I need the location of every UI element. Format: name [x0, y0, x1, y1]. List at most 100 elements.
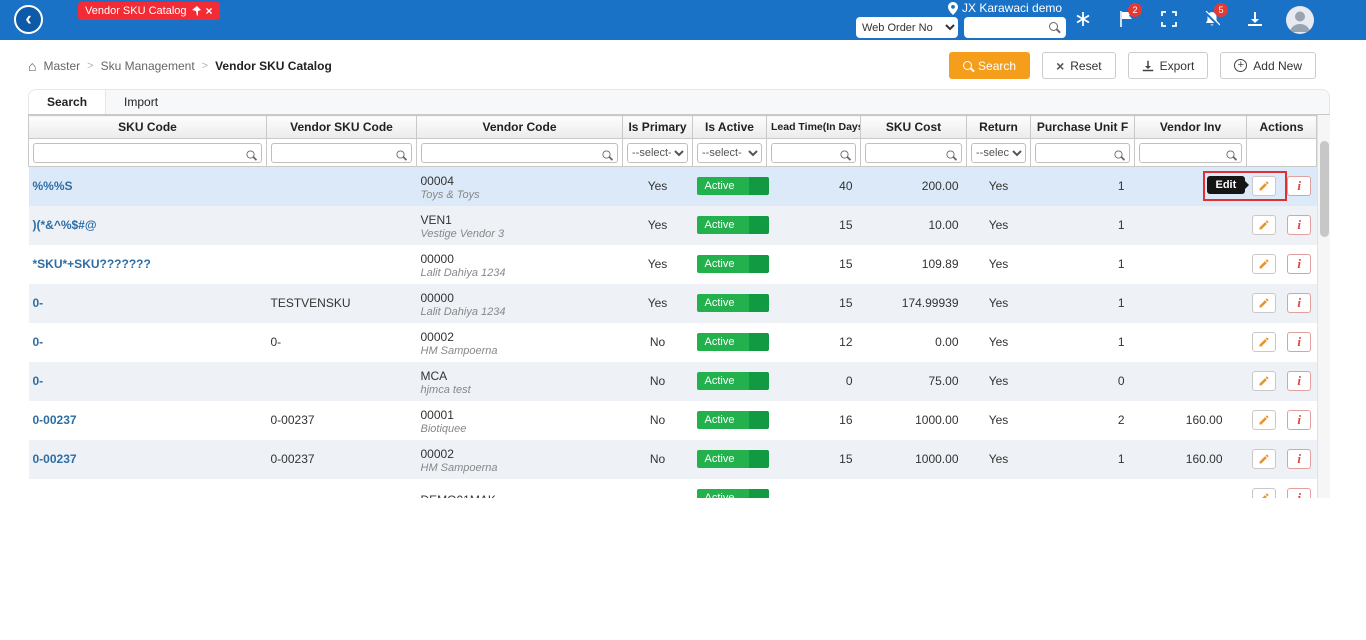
is-active-cell: Active: [693, 479, 769, 498]
lead-time-cell: 15: [766, 439, 861, 479]
col-vendor-code[interactable]: Vendor Code: [416, 115, 623, 139]
col-sku-cost[interactable]: SKU Cost: [860, 115, 967, 139]
info-button[interactable]: i: [1287, 254, 1312, 274]
download-icon[interactable]: [1246, 10, 1264, 28]
is-active-cell: Active: [692, 439, 769, 479]
active-status-badge[interactable]: Active: [696, 294, 769, 312]
sku-cost-cell: 174.99939: [860, 283, 967, 323]
filter-vendor-code-input[interactable]: [421, 142, 618, 163]
info-button[interactable]: i: [1287, 449, 1312, 469]
breadcrumb-master[interactable]: Master: [43, 59, 80, 73]
reset-button[interactable]: × Reset: [1042, 52, 1116, 79]
flag-icon[interactable]: 2: [1117, 3, 1142, 28]
col-is-primary[interactable]: Is Primary: [622, 115, 693, 139]
col-purchase-unit[interactable]: Purchase Unit F: [1030, 115, 1135, 139]
vertical-scrollbar[interactable]: [1317, 115, 1330, 498]
sku-code-link[interactable]: )(*&^%$#@: [33, 218, 97, 232]
sku-cost-cell: 10.00: [860, 205, 967, 245]
add-new-button[interactable]: + Add New: [1220, 52, 1316, 79]
vendor-inv-cell: 160.00: [1185, 413, 1223, 427]
info-icon: i: [1297, 334, 1301, 349]
vendor-code-cell: 00004 Toys & Toys: [416, 166, 623, 206]
table-row: %%%S 00004 Toys & Toys Yes Active 40 200…: [28, 166, 1317, 206]
active-status-badge[interactable]: Active: [696, 216, 769, 234]
edit-button[interactable]: [1251, 215, 1276, 235]
asterisk-icon[interactable]: [1074, 10, 1092, 28]
breadcrumb-separator: >: [87, 59, 94, 72]
home-icon[interactable]: ⌂: [28, 58, 36, 74]
col-vendor-inv[interactable]: Vendor Inv: [1134, 115, 1247, 139]
edit-button[interactable]: [1251, 254, 1276, 274]
filter-return-select[interactable]: --select-: [971, 142, 1026, 163]
col-vendor-sku-code[interactable]: Vendor SKU Code: [266, 115, 417, 139]
edit-button[interactable]: [1251, 332, 1276, 352]
is-active-cell: Active: [692, 166, 769, 206]
return-cell: Yes: [988, 335, 1009, 349]
tab-import[interactable]: Import: [106, 90, 176, 114]
plus-icon: +: [1234, 59, 1248, 72]
active-status-badge[interactable]: Active: [696, 177, 769, 196]
is-primary-cell: No: [622, 439, 693, 479]
sku-code-link[interactable]: %%%S: [33, 179, 73, 193]
open-page-tab[interactable]: Vendor SKU Catalog ×: [78, 2, 220, 20]
is-primary-cell: Yes: [622, 205, 693, 245]
edit-button[interactable]: [1251, 488, 1276, 498]
sku-code-link[interactable]: 0-00237: [33, 452, 77, 466]
col-return[interactable]: Return: [966, 115, 1031, 139]
edit-button[interactable]: [1251, 176, 1276, 197]
info-button[interactable]: i: [1287, 215, 1312, 235]
sku-code-link[interactable]: 0-00237: [33, 413, 77, 427]
active-status-badge[interactable]: Active: [696, 333, 769, 351]
pin-icon[interactable]: [191, 6, 201, 16]
col-sku-code[interactable]: SKU Code: [28, 115, 267, 139]
search-icon[interactable]: [1049, 22, 1058, 31]
active-status-badge[interactable]: Active: [696, 372, 769, 390]
edit-button[interactable]: [1251, 410, 1276, 430]
is-active-cell: Active: [693, 401, 769, 440]
sku-code-link[interactable]: 0-: [33, 374, 44, 388]
table-row: 0-00237 0-00237 00001 Biotiquee No Activ…: [29, 401, 1317, 440]
info-button[interactable]: i: [1287, 293, 1312, 313]
user-avatar[interactable]: [1286, 6, 1314, 34]
edit-button[interactable]: [1251, 371, 1276, 391]
export-download-icon: [1142, 60, 1153, 71]
active-status-badge[interactable]: Active: [696, 489, 769, 498]
notifications-off-icon[interactable]: 5: [1203, 3, 1228, 28]
edit-button[interactable]: [1251, 293, 1276, 313]
info-button[interactable]: i: [1287, 371, 1312, 391]
sku-cost-cell: 109.89: [921, 257, 959, 271]
edit-button[interactable]: [1251, 449, 1276, 469]
sku-cost-cell: 1000.00: [915, 413, 959, 427]
active-status-badge[interactable]: Active: [696, 411, 769, 429]
filter-is-primary-select[interactable]: --select-: [627, 142, 688, 163]
fullscreen-icon[interactable]: [1160, 10, 1178, 28]
close-tab-icon[interactable]: ×: [206, 4, 213, 18]
tab-search[interactable]: Search: [29, 90, 107, 114]
info-icon: i: [1297, 451, 1301, 466]
back-button[interactable]: ‹: [14, 5, 43, 34]
active-status-badge[interactable]: Active: [696, 255, 769, 273]
scrollbar-thumb[interactable]: [1320, 141, 1329, 237]
order-type-select[interactable]: Web Order No: [856, 17, 958, 38]
vendor-sku-table: SKU Code Vendor SKU Code Vendor Code Is …: [28, 114, 1330, 498]
info-button[interactable]: i: [1287, 488, 1312, 498]
tab-strip: Search Import: [28, 89, 1330, 114]
filter-is-active-select[interactable]: --select-: [697, 142, 762, 163]
search-button[interactable]: Search: [949, 52, 1031, 79]
active-status-badge[interactable]: Active: [696, 450, 769, 468]
sku-code-link[interactable]: 0-: [33, 335, 44, 349]
vendor-inv-cell: [1135, 323, 1247, 362]
breadcrumb-sku-management[interactable]: Sku Management: [101, 59, 195, 73]
search-icon: [246, 149, 255, 159]
filter-vendor-sku-input[interactable]: [271, 142, 412, 163]
col-is-active[interactable]: Is Active: [692, 115, 767, 139]
export-button[interactable]: Export: [1127, 52, 1209, 79]
filter-sku-code-input[interactable]: [33, 142, 262, 163]
sku-code-link[interactable]: *SKU*+SKU???????: [33, 257, 151, 271]
vendor-inv-cell: [1135, 479, 1247, 499]
col-lead-time[interactable]: Lead Time(In Days): [766, 115, 861, 139]
info-button[interactable]: i: [1287, 410, 1312, 430]
info-button[interactable]: i: [1287, 176, 1312, 197]
sku-code-link[interactable]: 0-: [33, 296, 44, 310]
info-button[interactable]: i: [1287, 332, 1312, 352]
